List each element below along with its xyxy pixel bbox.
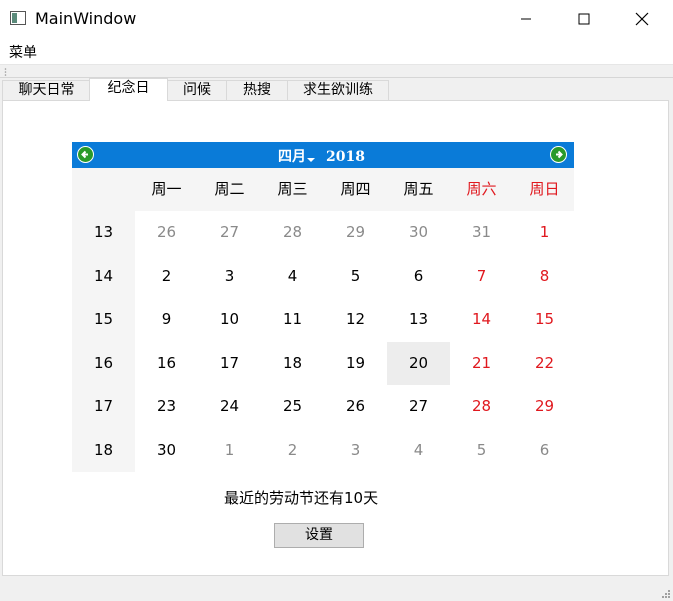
calendar-day-cell[interactable]: 4 xyxy=(261,255,324,298)
close-icon xyxy=(635,12,649,26)
calendar-nav-bar: 四月 2018 xyxy=(72,142,574,168)
window-title: MainWindow xyxy=(35,9,137,28)
calendar-day-cell[interactable]: 3 xyxy=(324,429,387,472)
calendar-day-cell[interactable]: 7 xyxy=(450,255,513,298)
countdown-message: 最近的劳动节还有10天 xyxy=(224,489,379,507)
week-number: 16 xyxy=(93,353,114,372)
weekday-header: 周四 xyxy=(340,180,371,198)
month-label[interactable]: 四月 xyxy=(278,149,306,165)
calendar-day-cell[interactable]: 1 xyxy=(513,211,576,254)
calendar-day-cell[interactable]: 26 xyxy=(135,211,198,254)
weekday-header: 周三 xyxy=(277,180,308,198)
weekday-header: 周日 xyxy=(529,180,560,198)
week-number: 17 xyxy=(93,397,114,415)
tab-greetings[interactable]: 问候 xyxy=(167,80,227,100)
calendar-day-cell[interactable]: 9 xyxy=(135,298,198,341)
calendar-day-cell[interactable]: 27 xyxy=(387,385,450,428)
menu-item-menu[interactable]: 菜单 xyxy=(9,42,37,62)
minimize-icon xyxy=(521,18,531,20)
calendar-day-cell[interactable]: 24 xyxy=(198,385,261,428)
calendar-day-cell[interactable]: 30 xyxy=(135,429,198,472)
month-dropdown-icon[interactable] xyxy=(307,157,316,163)
weekday-header: 周五 xyxy=(403,180,434,198)
calendar-day-cell[interactable]: 2 xyxy=(135,255,198,298)
calendar-day-cell[interactable]: 28 xyxy=(450,385,513,428)
toolbar xyxy=(0,64,673,78)
resize-grip-icon[interactable] xyxy=(660,588,670,598)
calendar-day-cell[interactable]: 26 xyxy=(324,385,387,428)
next-month-arrow-icon[interactable] xyxy=(550,146,567,163)
tab-survival-training[interactable]: 求生欲训练 xyxy=(287,80,389,100)
maximize-button[interactable] xyxy=(555,0,613,38)
calendar-day-cell[interactable]: 17 xyxy=(198,342,261,385)
minimize-button[interactable] xyxy=(497,0,555,38)
week-number: 14 xyxy=(93,266,114,285)
calendar-day-cell[interactable]: 5 xyxy=(324,255,387,298)
calendar-day-cell[interactable]: 13 xyxy=(387,298,450,341)
calendar-day-cell[interactable]: 25 xyxy=(261,385,324,428)
calendar-day-cell[interactable]: 11 xyxy=(261,298,324,341)
app-window-icon xyxy=(10,11,26,25)
week-number: 13 xyxy=(93,223,114,241)
calendar-day-cell[interactable]: 8 xyxy=(513,255,576,298)
weekday-header: 周六 xyxy=(466,180,497,198)
calendar-day-cell[interactable]: 23 xyxy=(135,385,198,428)
close-button[interactable] xyxy=(613,0,671,38)
calendar-day-cell[interactable]: 12 xyxy=(324,298,387,341)
calendar-day-cell[interactable]: 22 xyxy=(513,342,576,385)
calendar-day-cell[interactable]: 30 xyxy=(387,211,450,254)
calendar-day-cell[interactable]: 4 xyxy=(387,429,450,472)
calendar-day-cell[interactable]: 2 xyxy=(261,429,324,472)
weekday-header: 周一 xyxy=(151,180,182,198)
settings-button[interactable]: 设置 xyxy=(274,523,364,548)
calendar-day-cell[interactable]: 5 xyxy=(450,429,513,472)
calendar-day-cell[interactable]: 18 xyxy=(261,342,324,385)
prev-month-arrow-icon[interactable] xyxy=(77,146,94,163)
calendar-day-cell[interactable]: 29 xyxy=(513,385,576,428)
tab-chat-daily[interactable]: 聊天日常 xyxy=(2,80,91,100)
calendar-day-cell[interactable]: 15 xyxy=(513,298,576,341)
calendar-day-cell[interactable]: 19 xyxy=(324,342,387,385)
calendar-day-cell[interactable]: 27 xyxy=(198,211,261,254)
tab-anniversary[interactable]: 纪念日 xyxy=(89,78,168,101)
calendar-day-cell[interactable]: 3 xyxy=(198,255,261,298)
week-number: 15 xyxy=(93,310,114,328)
status-bar xyxy=(0,577,673,601)
maximize-icon xyxy=(578,13,590,25)
calendar-day-cell[interactable]: 20 xyxy=(387,341,450,385)
year-label[interactable]: 2018 xyxy=(326,149,365,165)
calendar-day-cell[interactable]: 6 xyxy=(387,255,450,298)
calendar-day-cell[interactable]: 16 xyxy=(135,342,198,385)
calendar-day-cell[interactable]: 1 xyxy=(198,429,261,472)
tab-hot-search[interactable]: 热搜 xyxy=(226,80,288,100)
calendar-day-cell[interactable]: 6 xyxy=(513,429,576,472)
calendar-day-cell[interactable]: 29 xyxy=(324,211,387,254)
title-bar: MainWindow xyxy=(0,0,673,38)
calendar-day-cell[interactable]: 14 xyxy=(450,298,513,341)
calendar-day-cell[interactable]: 31 xyxy=(450,211,513,254)
calendar-day-cell[interactable]: 28 xyxy=(261,211,324,254)
month-year-selector[interactable]: 四月 2018 xyxy=(278,146,365,166)
menu-bar: 菜单 xyxy=(0,38,673,64)
toolbar-grip-icon[interactable] xyxy=(4,67,7,77)
week-number: 18 xyxy=(93,440,114,459)
tab-bar: 聊天日常 纪念日 问候 热搜 求生欲训练 xyxy=(0,78,673,101)
calendar-widget: 四月 2018 周一 周二 周三 周四 周五 周六 周日 13 26 27 28 29 30… xyxy=(72,142,574,472)
calendar-day-cell[interactable]: 10 xyxy=(198,298,261,341)
calendar-day-cell[interactable]: 21 xyxy=(450,342,513,385)
weekday-header: 周二 xyxy=(214,180,245,198)
